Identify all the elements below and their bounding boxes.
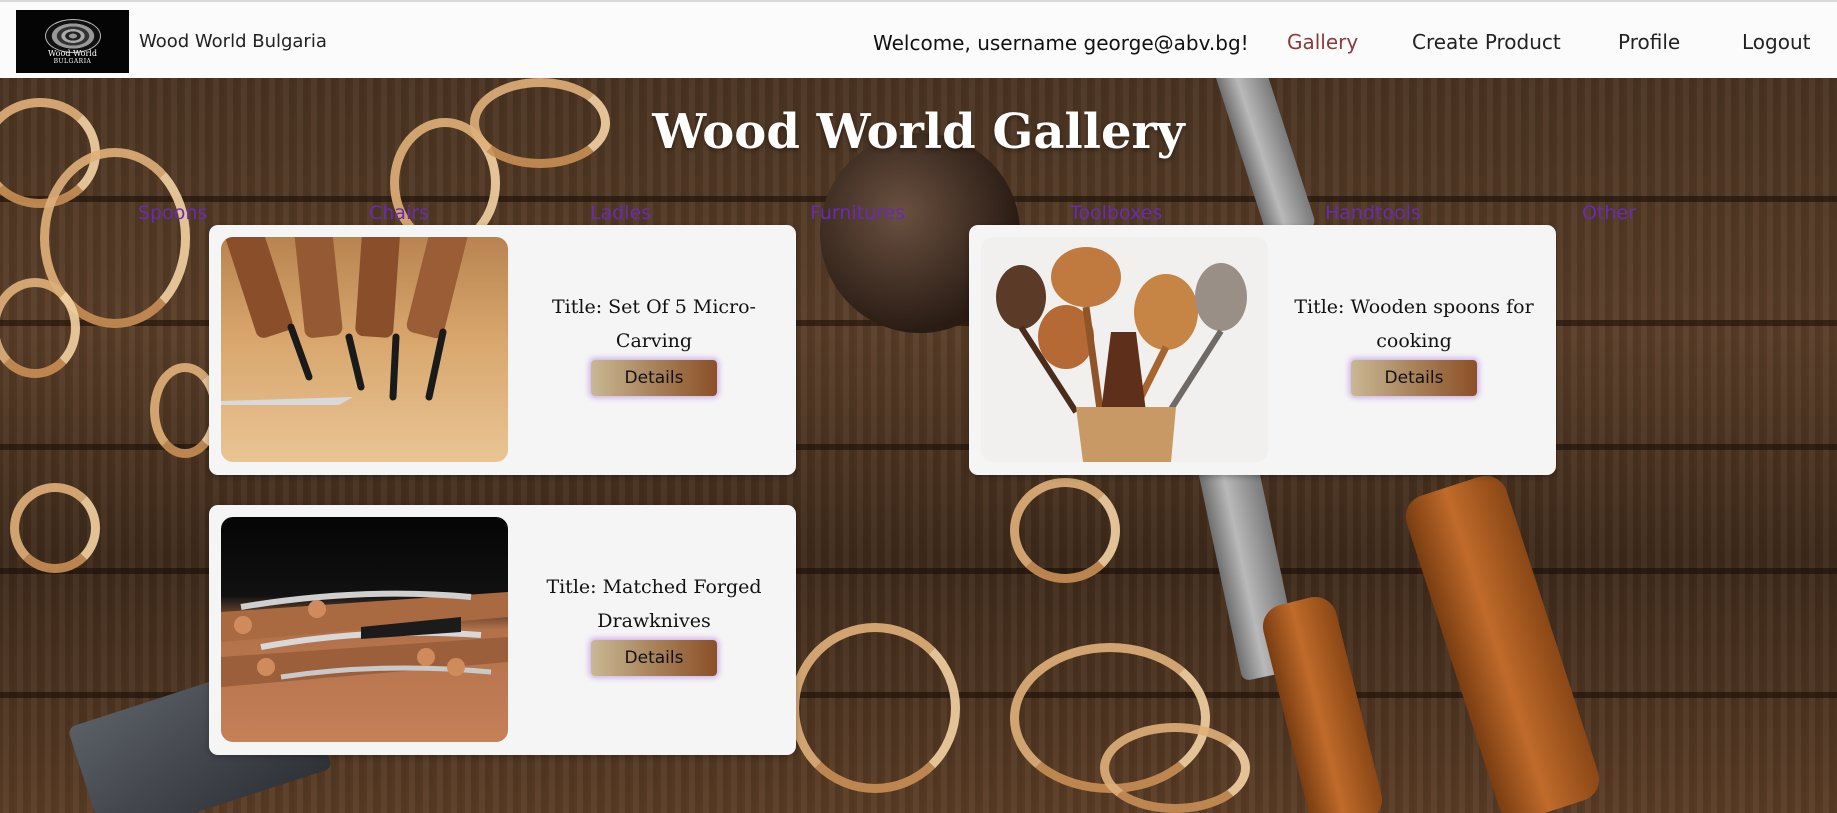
product-card: Title: Matched Forged Drawknives Details: [209, 505, 796, 755]
product-title: Title: Set Of 5 Micro-Carving: [552, 296, 756, 352]
product-image-micro-carving-tools[interactable]: [221, 237, 508, 462]
details-button[interactable]: Details: [591, 640, 717, 676]
wood-shaving-image: [1100, 723, 1250, 813]
site-logo[interactable]: Wood World BULGARIA: [16, 10, 129, 73]
category-other[interactable]: Other: [1582, 202, 1636, 224]
top-navbar: Wood World BULGARIA Wood World Bulgaria …: [0, 0, 1837, 78]
drawknives-illustration: [221, 590, 508, 687]
logo-text-line2: BULGARIA: [53, 57, 92, 65]
category-ladles[interactable]: Ladles: [590, 202, 651, 224]
nav-create-product-link[interactable]: Create Product: [1412, 30, 1561, 54]
knife-handle-image: [1258, 592, 1387, 813]
details-button[interactable]: Details: [591, 360, 717, 396]
tool-handle-image: [1400, 470, 1605, 813]
nav-logout-link[interactable]: Logout: [1742, 30, 1810, 54]
category-toolboxes[interactable]: Toolboxes: [1070, 202, 1162, 224]
category-spoons[interactable]: Spoons: [138, 202, 207, 224]
product-info: Title: Set Of 5 Micro-Carving Details: [519, 225, 789, 475]
logo-emblem-icon: [44, 18, 101, 53]
product-title: Title: Matched Forged Drawknives: [546, 576, 762, 632]
category-handtools[interactable]: Handtools: [1325, 202, 1421, 224]
product-card: Title: Wooden spoons for cooking Details: [969, 225, 1556, 475]
product-image-wooden-spoons[interactable]: [981, 237, 1268, 462]
details-button[interactable]: Details: [1351, 360, 1477, 396]
product-image-forged-drawknives[interactable]: [221, 517, 508, 742]
wooden-spoons-illustration: [996, 247, 1247, 462]
wood-shaving-image: [10, 483, 100, 573]
brand-name[interactable]: Wood World Bulgaria: [139, 31, 327, 52]
nav-gallery-link[interactable]: Gallery: [1287, 30, 1358, 54]
wood-shaving-image: [1010, 478, 1120, 583]
product-info: Title: Wooden spoons for cooking Details: [1279, 225, 1549, 475]
product-title: Title: Wooden spoons for cooking: [1294, 296, 1534, 352]
category-chairs[interactable]: Chairs: [369, 202, 429, 224]
product-info: Title: Matched Forged Drawknives Details: [519, 505, 789, 755]
page-title: Wood World Gallery: [652, 104, 1185, 160]
logo-text-line1: Wood World: [48, 48, 97, 58]
product-card: Title: Set Of 5 Micro-Carving Details: [209, 225, 796, 475]
category-furnitures[interactable]: Furnitures: [810, 202, 905, 224]
welcome-message: Welcome, username george@abv.bg!: [873, 31, 1249, 55]
nav-profile-link[interactable]: Profile: [1618, 30, 1680, 54]
carving-tools-illustration: [221, 237, 470, 405]
wood-shaving-image: [790, 623, 960, 793]
